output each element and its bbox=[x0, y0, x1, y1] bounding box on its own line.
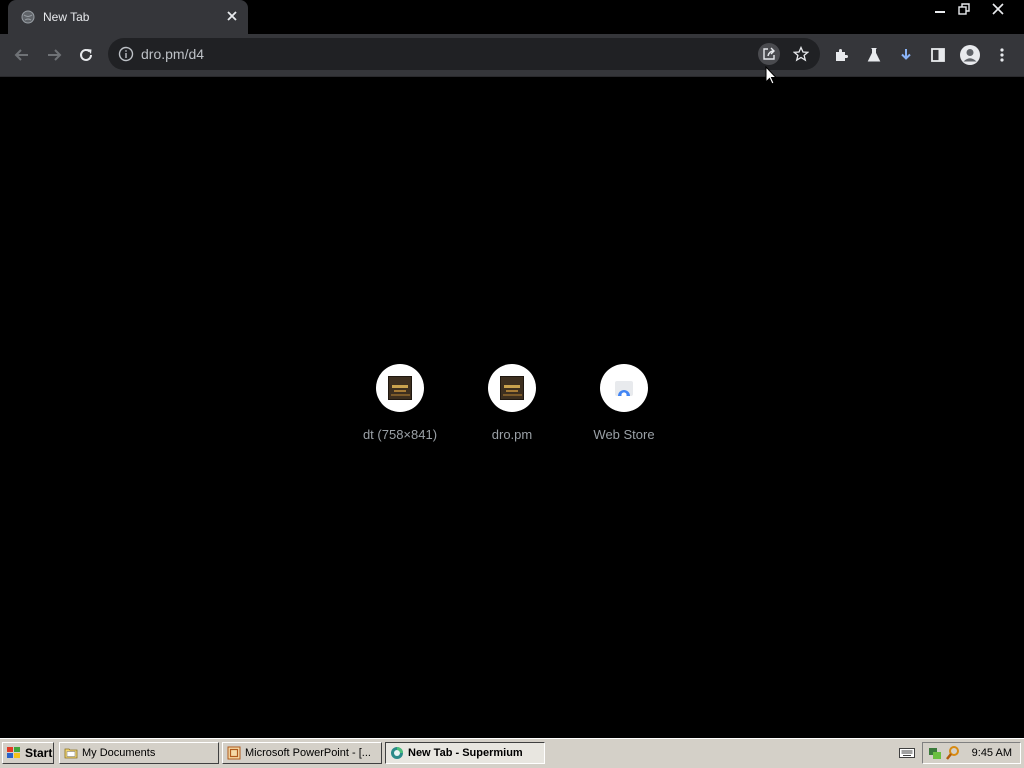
minimize-icon bbox=[935, 11, 945, 13]
search-icon[interactable] bbox=[945, 745, 961, 761]
mouse-cursor-icon bbox=[765, 66, 777, 85]
start-button[interactable]: Start bbox=[2, 742, 54, 764]
extensions-button[interactable] bbox=[831, 44, 853, 66]
share-button[interactable] bbox=[758, 43, 780, 65]
task-label: New Tab - Supermium bbox=[408, 747, 523, 759]
clock[interactable]: 9:45 AM bbox=[972, 747, 1012, 759]
arrow-left-icon bbox=[14, 49, 28, 61]
profile-button[interactable] bbox=[959, 44, 981, 66]
back-button[interactable] bbox=[9, 42, 35, 68]
site-thumbnail-icon bbox=[388, 376, 412, 400]
close-icon[interactable] bbox=[224, 8, 240, 24]
shortcut-label: Web Store bbox=[593, 427, 655, 442]
shortcut-label: dt (758×841) bbox=[362, 427, 438, 442]
site-thumbnail-icon bbox=[500, 376, 524, 400]
kebab-menu-icon bbox=[1000, 48, 1004, 62]
browser-toolbar: dro.pm/d4 bbox=[0, 34, 1024, 77]
downloads-button[interactable] bbox=[895, 44, 917, 66]
shortcut-tile[interactable]: dt (758×841) bbox=[344, 364, 456, 454]
puzzle-icon bbox=[836, 49, 848, 61]
taskbar: Start My Documents Microsoft PowerPoint … bbox=[0, 738, 1024, 768]
powerpoint-icon bbox=[227, 746, 241, 760]
shortcut-icon bbox=[376, 364, 424, 412]
task-powerpoint[interactable]: Microsoft PowerPoint - [... bbox=[222, 742, 382, 764]
task-label: My Documents bbox=[82, 747, 156, 759]
side-panel-button[interactable] bbox=[927, 44, 949, 66]
info-icon[interactable] bbox=[118, 46, 134, 62]
menu-button[interactable] bbox=[991, 44, 1013, 66]
windows-logo-icon bbox=[7, 747, 20, 758]
reload-icon bbox=[80, 48, 92, 61]
shortcut-tile[interactable]: dro.pm bbox=[456, 364, 568, 454]
close-window-button[interactable] bbox=[984, 0, 1012, 18]
avatar-icon bbox=[960, 45, 980, 65]
download-icon bbox=[901, 49, 911, 60]
url-text[interactable]: dro.pm/d4 bbox=[141, 46, 204, 62]
supermium-browser-icon bbox=[391, 747, 403, 759]
folder-icon bbox=[64, 748, 78, 759]
shortcut-icon bbox=[600, 364, 648, 412]
keyboard-icon[interactable] bbox=[899, 747, 915, 759]
new-tab-page: dt (758×841) dro.pm Web Store bbox=[0, 77, 1024, 738]
task-label: Microsoft PowerPoint - [... bbox=[245, 747, 371, 759]
tab-new-tab[interactable]: New Tab bbox=[8, 0, 248, 34]
web-store-icon bbox=[615, 381, 633, 398]
shortcut-label: dro.pm bbox=[491, 427, 533, 442]
start-label: Start bbox=[25, 746, 53, 760]
bookmark-button[interactable] bbox=[790, 43, 812, 65]
side-panel-icon bbox=[931, 48, 945, 62]
labs-button[interactable] bbox=[863, 44, 885, 66]
system-tray: 9:45 AM bbox=[922, 742, 1021, 764]
forward-button[interactable] bbox=[41, 42, 67, 68]
restore-icon bbox=[958, 3, 970, 15]
shortcut-icon bbox=[488, 364, 536, 412]
close-window-icon bbox=[992, 3, 1004, 15]
task-my-documents[interactable]: My Documents bbox=[59, 742, 219, 764]
arrow-right-icon bbox=[48, 49, 62, 61]
shortcut-tile[interactable]: Web Store bbox=[568, 364, 680, 454]
star-icon bbox=[793, 46, 809, 62]
title-bar: New Tab bbox=[0, 0, 1024, 34]
network-icon[interactable] bbox=[927, 745, 943, 761]
reload-button[interactable] bbox=[73, 42, 99, 68]
tab-title: New Tab bbox=[43, 10, 90, 24]
share-icon bbox=[763, 47, 775, 60]
task-new-tab-supermium[interactable]: New Tab - Supermium bbox=[385, 742, 545, 764]
flask-icon bbox=[867, 48, 881, 62]
address-bar[interactable]: dro.pm/d4 bbox=[108, 38, 820, 70]
globe-icon bbox=[21, 10, 35, 24]
restore-button[interactable] bbox=[950, 0, 978, 18]
